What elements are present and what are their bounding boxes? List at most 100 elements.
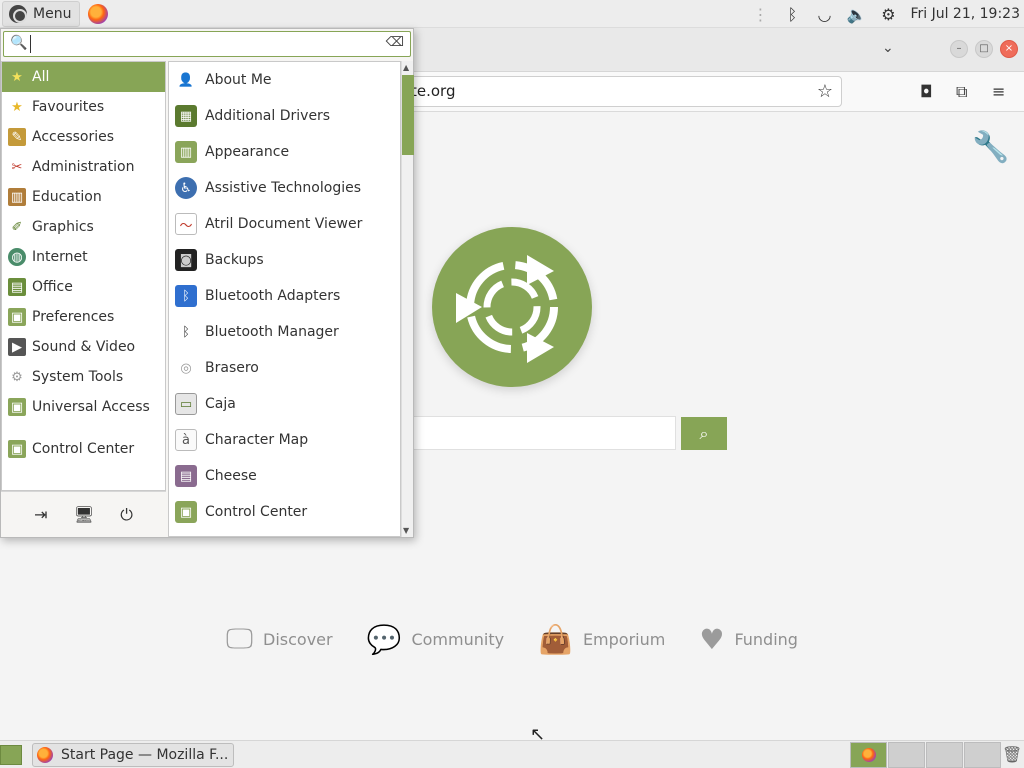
web-search-input[interactable]	[380, 416, 676, 450]
character-map-icon: à	[175, 429, 197, 451]
app-brasero[interactable]: ◎ Brasero	[169, 350, 400, 386]
firefox-icon	[37, 747, 53, 763]
category-preferences[interactable]: ▣ Preferences	[2, 302, 165, 332]
app-appearance[interactable]: ▥ Appearance	[169, 134, 400, 170]
firefox-launcher-icon[interactable]	[88, 3, 109, 24]
sound-video-icon: ▶	[8, 338, 26, 356]
scroll-down-arrow-icon[interactable]: ▼	[403, 526, 409, 535]
discover-link[interactable]: 🖵 Discover	[226, 622, 333, 656]
app-bluetooth-manager[interactable]: ᛒ Bluetooth Manager	[169, 314, 400, 350]
top-panel: Menu ⋮ ᛒ ◡ 🔈 ⚙ Fri Jul 21, 19:23	[0, 0, 1024, 28]
bottom-panel: Start Page — Mozilla F... 🗑	[0, 740, 1024, 768]
app-additional-drivers[interactable]: ▦ Additional Drivers	[169, 98, 400, 134]
footer-links: 🖵 Discover 💬 Community 👜 Emporium ♥ Fund…	[226, 622, 832, 656]
emporium-link[interactable]: 👜 Emporium	[538, 622, 665, 656]
monitor-icon: 🖵	[226, 622, 253, 655]
category-all[interactable]: ★ All	[2, 62, 165, 92]
ubuntu-mate-logo	[432, 227, 592, 387]
funding-link[interactable]: ♥ Funding	[699, 622, 798, 656]
workspace-2[interactable]	[888, 742, 925, 768]
app-cheese[interactable]: ▤ Cheese	[169, 458, 400, 494]
application-list: 👤 About Me ▦ Additional Drivers ▥ Appear…	[168, 61, 401, 537]
star-icon: ★	[11, 69, 23, 85]
extensions-icon[interactable]: ⧉	[956, 82, 967, 102]
app-control-center[interactable]: ▣ Control Center	[169, 494, 400, 530]
category-education[interactable]: ▥ Education	[2, 182, 165, 212]
wifi-icon[interactable]: ◡	[808, 5, 840, 24]
education-icon: ▥	[8, 188, 26, 206]
star-icon: ★	[11, 99, 23, 115]
category-accessories[interactable]: ✎ Accessories	[2, 122, 165, 152]
category-divider	[2, 422, 165, 434]
app-atril[interactable]: 〜 Atril Document Viewer	[169, 206, 400, 242]
file-cabinet-icon: ▭	[175, 393, 197, 415]
firefox-icon	[861, 748, 876, 762]
category-internet[interactable]: ◍ Internet	[2, 242, 165, 272]
category-universal-access[interactable]: ▣ Universal Access	[2, 392, 165, 422]
bluetooth-icon: ᛒ	[182, 324, 190, 340]
universal-access-icon: ▣	[8, 398, 26, 416]
menu-footer: ⇥ 🖥 ⏻	[1, 491, 166, 537]
globe-icon: ◍	[8, 248, 26, 266]
bookmark-star-icon[interactable]: ☆	[817, 77, 833, 106]
tab-list-chevron-icon[interactable]: ⌄	[882, 40, 894, 56]
app-bluetooth-adapters[interactable]: ᛒ Bluetooth Adapters	[169, 278, 400, 314]
workspace-1[interactable]	[850, 742, 887, 768]
power-icon[interactable]: ⏻	[120, 505, 133, 525]
logout-icon[interactable]: ⇥	[34, 505, 47, 524]
web-search-button[interactable]: ⌕	[681, 417, 727, 450]
bluetooth-icon[interactable]: ᛒ	[776, 5, 808, 24]
category-office[interactable]: ▤ Office	[2, 272, 165, 302]
maximize-button[interactable]: □	[975, 40, 993, 58]
url-text: te.org	[411, 82, 456, 100]
app-about-me[interactable]: 👤 About Me	[169, 62, 400, 98]
category-system-tools[interactable]: ⚙ System Tools	[2, 362, 165, 392]
wrench-icon[interactable]: 🔧	[972, 130, 1009, 165]
workspace-3[interactable]	[926, 742, 963, 768]
appearance-icon: ▥	[175, 141, 197, 163]
category-list: ★ All ★ Favourites ✎ Accessories ✂ Admin…	[1, 61, 166, 491]
menu-button[interactable]: Menu	[2, 0, 81, 27]
category-favourites[interactable]: ★ Favourites	[2, 92, 165, 122]
category-graphics[interactable]: ✐ Graphics	[2, 212, 165, 242]
preferences-icon: ▣	[8, 308, 26, 326]
lock-screen-icon[interactable]: 🖥	[74, 505, 94, 524]
app-character-map[interactable]: à Character Map	[169, 422, 400, 458]
app-assistive-technologies[interactable]: ♿ Assistive Technologies	[169, 170, 400, 206]
gear-icon: ⚙	[11, 369, 23, 385]
bluetooth-device-icon: ᛒ	[175, 285, 197, 307]
search-icon: 🔍	[10, 35, 28, 51]
show-desktop-button[interactable]	[0, 745, 22, 765]
control-center-item[interactable]: ▣ Control Center	[2, 434, 165, 464]
app-backups[interactable]: ◙ Backups	[169, 242, 400, 278]
scrollbar-thumb[interactable]	[402, 75, 414, 155]
separator-handle-icon: ⋮	[752, 4, 769, 24]
application-menu: 🔍 ⌫ ★ All ★ Favourites ✎ Accessories ✂ A…	[0, 28, 414, 538]
chat-bubbles-icon: 💬	[366, 622, 402, 656]
control-center-icon: ▣	[8, 440, 26, 458]
graphics-icon: ✐	[11, 219, 23, 235]
workspace-4[interactable]	[964, 742, 1001, 768]
app-caja[interactable]: ▭ Caja	[169, 386, 400, 422]
application-list-scrollbar[interactable]: ▲ ▼	[401, 61, 414, 537]
minimize-button[interactable]: –	[950, 40, 968, 58]
pocket-icon[interactable]: ◘	[920, 82, 933, 101]
settings-icon[interactable]: ⚙	[872, 5, 904, 24]
menu-search-box[interactable]: 🔍 ⌫	[3, 31, 411, 57]
mouse-cursor-icon: ↖	[530, 724, 546, 745]
office-icon: ▤	[8, 278, 26, 296]
control-center-icon: ▣	[175, 501, 197, 523]
clear-search-icon[interactable]: ⌫	[386, 35, 404, 50]
safe-icon: ◙	[175, 249, 197, 271]
taskbar-firefox-button[interactable]: Start Page — Mozilla F...	[32, 743, 234, 767]
community-link[interactable]: 💬 Community	[367, 622, 504, 656]
close-button[interactable]: ×	[1000, 40, 1018, 58]
trash-icon[interactable]: 🗑	[1002, 745, 1022, 764]
clock[interactable]: Fri Jul 21, 19:23	[904, 6, 1024, 22]
hamburger-menu-icon[interactable]: ≡	[992, 82, 1005, 101]
volume-icon[interactable]: 🔈	[840, 5, 872, 24]
category-sound-video[interactable]: ▶ Sound & Video	[2, 332, 165, 362]
menu-search-input[interactable]	[30, 35, 380, 53]
scroll-up-arrow-icon[interactable]: ▲	[403, 63, 409, 72]
category-administration[interactable]: ✂ Administration	[2, 152, 165, 182]
